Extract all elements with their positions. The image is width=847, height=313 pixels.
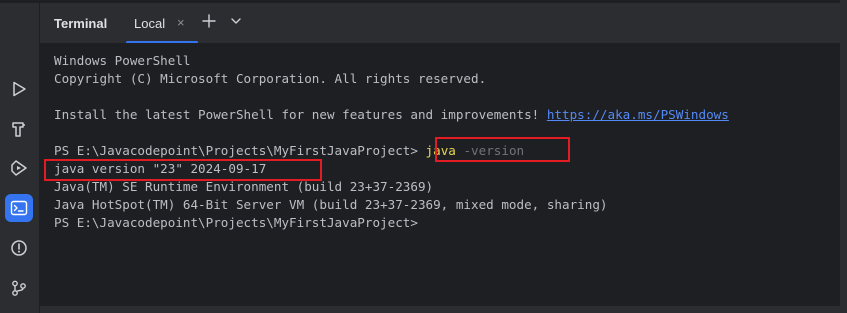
chevron-down-icon [230, 14, 242, 32]
prompt: PS E:\Javacodepoint\Projects\MyFirstJava… [54, 143, 426, 158]
window-edge [0, 0, 40, 3]
run-icon [10, 80, 28, 98]
terminal-icon [10, 199, 28, 217]
run-tool-button[interactable] [5, 75, 33, 103]
tool-strip [0, 0, 40, 313]
tool-window-title: Terminal [54, 16, 108, 31]
build-tool-button[interactable] [5, 115, 33, 143]
powershell-link[interactable]: https://aka.ms/PSWindows [547, 107, 729, 122]
close-icon[interactable]: × [177, 15, 185, 31]
tab-local[interactable]: Local × [126, 3, 198, 44]
output-line: Windows PowerShell [54, 53, 191, 68]
tab-menu-button[interactable] [227, 14, 245, 32]
new-tab-button[interactable] [200, 13, 218, 33]
terminal-tool-button[interactable] [5, 194, 33, 222]
services-icon [10, 159, 28, 177]
problems-tool-button[interactable] [5, 234, 33, 262]
version-highlight-box [44, 159, 322, 181]
git-icon [10, 279, 28, 297]
output-line: Install the latest PowerShell for new fe… [54, 106, 729, 124]
git-tool-button[interactable] [5, 274, 33, 302]
output-line: Copyright (C) Microsoft Corporation. All… [54, 71, 487, 86]
problems-icon [10, 239, 28, 257]
build-icon [10, 120, 28, 138]
prompt-line: PS E:\Javacodepoint\Projects\MyFirstJava… [54, 215, 418, 230]
output-line: Java HotSpot(TM) 64-Bit Server VM (build… [54, 197, 608, 212]
tab-label: Local [134, 16, 166, 31]
bottom-edge [40, 306, 840, 313]
command-highlight-box [435, 137, 570, 162]
tool-window-header: Terminal Local × [40, 3, 840, 44]
services-tool-button[interactable] [5, 154, 33, 182]
output-text: Install the latest PowerShell for new fe… [54, 107, 547, 122]
plus-icon [202, 13, 216, 33]
right-edge [840, 0, 847, 313]
